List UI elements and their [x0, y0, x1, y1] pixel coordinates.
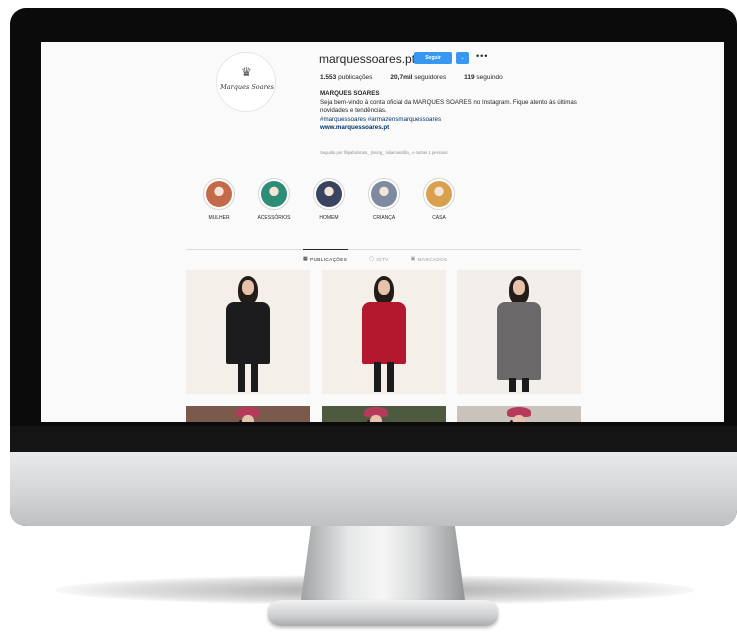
crest-icon: ♛	[241, 65, 252, 79]
followed-by-text[interactable]: Seguido por filipabonitato_ jtoung_ luli…	[320, 150, 448, 155]
model-figure	[186, 406, 310, 422]
highlight-label: MULHER	[208, 215, 230, 221]
monitor: ♛ Marques Soares marquessoares.pt Seguir…	[10, 8, 737, 526]
more-options-button[interactable]: •••	[476, 51, 488, 61]
woman-hat-photo[interactable]	[457, 406, 581, 422]
tab-publicações[interactable]: ▦ PUBLICAÇÕES	[303, 256, 347, 262]
woman-hat-photo[interactable]	[321, 406, 446, 422]
kids-photo-icon	[371, 181, 397, 207]
monitor-chin	[10, 452, 737, 526]
highlight-ring	[368, 178, 400, 210]
highlight-label: HOMEM	[319, 215, 339, 221]
black-coat-photo[interactable]	[186, 270, 310, 394]
instagram-profile-page: ♛ Marques Soares marquessoares.pt Seguir…	[41, 42, 724, 422]
highlight-label: ACESSÓRIOS	[257, 215, 291, 221]
highlight-homem[interactable]: HOMEM	[311, 178, 347, 221]
model-figure	[457, 406, 581, 422]
monitor-stand-foot	[268, 600, 498, 626]
highlight-mulher[interactable]: MULHER	[201, 178, 237, 221]
red-jacket-photo[interactable]	[321, 270, 446, 394]
highlight-ring	[423, 178, 455, 210]
profile-tabs: ▦ PUBLICAÇÕES ▢ IGTV ▣ MARCADOS	[303, 256, 448, 262]
model-figure	[457, 270, 581, 394]
man-photo-icon	[316, 181, 342, 207]
tab-label: MARCADOS	[417, 256, 448, 262]
tab-label: IGTV	[376, 256, 389, 262]
model-figure	[186, 270, 310, 394]
following-stat[interactable]: 119 seguindo	[464, 74, 503, 81]
highlight-ring	[313, 178, 345, 210]
highlight-label: CASA	[432, 215, 446, 221]
highlight-acessórios[interactable]: ACESSÓRIOS	[256, 178, 292, 221]
highlight-ring	[258, 178, 290, 210]
highlight-casa[interactable]: CASA	[421, 178, 457, 221]
suggestions-dropdown-button[interactable]: ⌄	[456, 52, 469, 64]
tab-icon: ▣	[410, 256, 416, 262]
follow-button[interactable]: Seguir	[414, 52, 452, 64]
story-highlights: MULHER ACESSÓRIOS HOMEM CRIANÇA CASA	[201, 178, 457, 221]
bio-hashtags[interactable]: #marquessoares #armazensmarquessoares	[320, 116, 590, 125]
grey-coat-photo[interactable]	[457, 270, 581, 394]
profile-stats: 1.553 publicações 20,7mil seguidores 119…	[320, 74, 503, 81]
bag-photo-icon	[261, 181, 287, 207]
woman-photo-icon	[206, 181, 232, 207]
tab-icon: ▦	[303, 256, 309, 262]
tab-label: PUBLICAÇÕES	[310, 256, 348, 262]
tabs-divider	[186, 249, 581, 250]
bio-name: MARQUES SOARES	[320, 90, 380, 97]
model-figure	[322, 406, 446, 422]
highlight-ring	[203, 178, 235, 210]
followers-stat[interactable]: 20,7mil seguidores	[390, 74, 446, 81]
imac-mockup: ♛ Marques Soares marquessoares.pt Seguir…	[0, 0, 737, 634]
bio-website-link[interactable]: www.marquessoares.pt	[320, 124, 590, 133]
posts-stat: 1.553 publicações	[320, 74, 373, 81]
bio-text: Seja bem-vindo à conta oficial da MARQUE…	[320, 98, 577, 115]
highlight-label: CRIANÇA	[372, 215, 396, 221]
tab-marcados[interactable]: ▣ MARCADOS	[411, 256, 448, 262]
avatar-logo-text: Marques Soares	[220, 83, 274, 91]
monitor-bezel-bottom	[10, 426, 737, 452]
profile-bio: MARQUES SOARES Seja bem-vindo à conta of…	[320, 90, 590, 133]
active-tab-indicator	[303, 249, 348, 250]
model-figure	[322, 270, 446, 394]
highlight-criança[interactable]: CRIANÇA	[366, 178, 402, 221]
profile-avatar[interactable]: ♛ Marques Soares	[216, 52, 276, 112]
tab-icon: ▢	[369, 256, 375, 262]
home-photo-icon	[426, 181, 452, 207]
woman-hat-photo[interactable]	[186, 406, 310, 422]
profile-username: marquessoares.pt	[319, 52, 416, 66]
tab-igtv[interactable]: ▢ IGTV	[369, 256, 388, 262]
